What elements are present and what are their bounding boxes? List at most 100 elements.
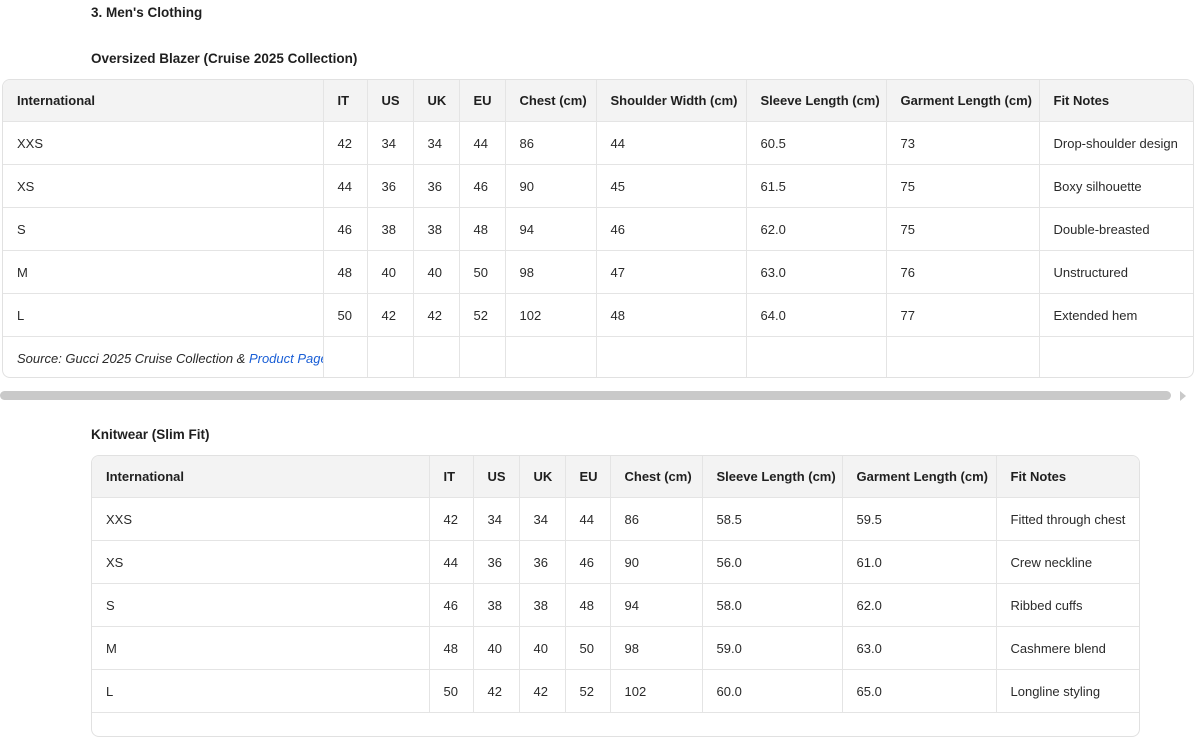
table-cell: 63.0 bbox=[746, 250, 887, 294]
table-cell: S bbox=[92, 583, 430, 627]
table-cell: 65.0 bbox=[842, 669, 997, 713]
table-cell: 46 bbox=[323, 207, 368, 251]
table-cell: 46 bbox=[459, 164, 506, 208]
table-cell: S bbox=[3, 207, 324, 251]
table-cell: 60.5 bbox=[746, 121, 887, 165]
table-cell: 58.0 bbox=[702, 583, 843, 627]
table-cell: 36 bbox=[367, 164, 414, 208]
table-cell: 98 bbox=[505, 250, 597, 294]
table-cell: XXS bbox=[92, 497, 430, 541]
table-cell: 47 bbox=[596, 250, 747, 294]
table-cell: 40 bbox=[367, 250, 414, 294]
table-cell: Fitted through chest bbox=[996, 497, 1139, 541]
table-cell: L bbox=[92, 669, 430, 713]
blazer-size-table: International IT US UK EU Chest (cm) Shoulder … bbox=[3, 80, 1193, 377]
empty-cell bbox=[505, 336, 597, 377]
table-cell: 62.0 bbox=[842, 583, 997, 627]
column-header: UK bbox=[413, 80, 460, 122]
table-cell: 40 bbox=[519, 626, 566, 670]
table-cell: 42 bbox=[519, 669, 566, 713]
table-cell: 34 bbox=[473, 497, 520, 541]
knitwear-size-table-container: International IT US UK EU Chest (cm) Sleeve Le… bbox=[91, 455, 1140, 737]
table-cell: 52 bbox=[565, 669, 611, 713]
blazer-size-table-container: International IT US UK EU Chest (cm) Shoulder … bbox=[2, 79, 1194, 378]
table-cell: 50 bbox=[429, 669, 474, 713]
empty-cell bbox=[323, 336, 368, 377]
scroll-right-arrow-icon[interactable] bbox=[1180, 391, 1186, 401]
table-row: M 48 40 40 50 98 59.0 63.0 Cashmere blend bbox=[92, 626, 1139, 670]
source-text: Source: Gucci 2025 Cruise Collection & bbox=[17, 350, 249, 366]
table-cell: 44 bbox=[565, 497, 611, 541]
table-row: XXS 42 34 34 44 86 44 60.5 73 Drop-shoulder desig… bbox=[3, 121, 1193, 165]
section-heading: 3. Men's Clothing bbox=[91, 5, 203, 20]
table-cell: XS bbox=[3, 164, 324, 208]
empty-cell bbox=[459, 336, 506, 377]
table-row: S 46 38 38 48 94 58.0 62.0 Ribbed cuffs bbox=[92, 583, 1139, 627]
table-cell: M bbox=[3, 250, 324, 294]
table-cell: 62.0 bbox=[746, 207, 887, 251]
table-cell: 48 bbox=[459, 207, 506, 251]
table-row: XS 44 36 36 46 90 45 61.5 75 Boxy silhouette bbox=[3, 164, 1193, 208]
column-header: International bbox=[92, 456, 430, 498]
table-cell: 50 bbox=[565, 626, 611, 670]
table-row: S 46 38 38 48 94 46 62.0 75 Double-breasted bbox=[3, 207, 1193, 251]
table-row: XXS 42 34 34 44 86 58.5 59.5 Fitted through ches… bbox=[92, 497, 1139, 541]
column-header: EU bbox=[459, 80, 506, 122]
table-cell: 48 bbox=[565, 583, 611, 627]
table-cell: 86 bbox=[610, 497, 703, 541]
table-cell: XXS bbox=[3, 121, 324, 165]
column-header: IT bbox=[323, 80, 368, 122]
table-cell: 98 bbox=[610, 626, 703, 670]
table-cell: 50 bbox=[323, 293, 368, 337]
table-cell: 45 bbox=[596, 164, 747, 208]
source-cell: Source: Gucci 2025 Cruise Collection & P… bbox=[3, 336, 324, 377]
table-cell: 38 bbox=[367, 207, 414, 251]
table-cell: 50 bbox=[459, 250, 506, 294]
table-cell: 46 bbox=[596, 207, 747, 251]
table-cell: 76 bbox=[886, 250, 1040, 294]
column-header: Chest (cm) bbox=[505, 80, 597, 122]
empty-cell bbox=[413, 336, 460, 377]
column-header: Sleeve Length (cm) bbox=[746, 80, 887, 122]
column-header: Garment Length (cm) bbox=[842, 456, 997, 498]
column-header: Fit Notes bbox=[1039, 80, 1193, 122]
table-cell: 61.0 bbox=[842, 540, 997, 584]
table-cell: Longline styling bbox=[996, 669, 1139, 713]
table-row: M 48 40 40 50 98 47 63.0 76 Unstructured bbox=[3, 250, 1193, 294]
table-cell: 102 bbox=[505, 293, 597, 337]
table-row: L 50 42 42 52 102 48 64.0 77 Extended hem bbox=[3, 293, 1193, 337]
table-row: L 50 42 42 52 102 60.0 65.0 Longline styling bbox=[92, 669, 1139, 713]
table-cell: L bbox=[3, 293, 324, 337]
empty-cell bbox=[596, 336, 747, 377]
column-header: IT bbox=[429, 456, 474, 498]
table-cell: 44 bbox=[459, 121, 506, 165]
empty-cell bbox=[886, 336, 1040, 377]
table-cell: 40 bbox=[413, 250, 460, 294]
blazer-table-heading: Oversized Blazer (Cruise 2025 Collection… bbox=[91, 51, 358, 66]
table-cell: Boxy silhouette bbox=[1039, 164, 1193, 208]
empty-cell bbox=[367, 336, 414, 377]
table-cell: 48 bbox=[429, 626, 474, 670]
scrollbar-thumb[interactable] bbox=[0, 391, 1171, 400]
table-cell: 63.0 bbox=[842, 626, 997, 670]
table-cell: Ribbed cuffs bbox=[996, 583, 1139, 627]
table-cell: 94 bbox=[610, 583, 703, 627]
table-cell: 40 bbox=[473, 626, 520, 670]
horizontal-scrollbar[interactable] bbox=[0, 391, 1196, 401]
table-cell: 42 bbox=[323, 121, 368, 165]
column-header: Sleeve Length (cm) bbox=[702, 456, 843, 498]
table-cell: Drop-shoulder design bbox=[1039, 121, 1193, 165]
product-page-link[interactable]: Product Page bbox=[249, 351, 322, 366]
column-header: Fit Notes bbox=[996, 456, 1139, 498]
column-header: Chest (cm) bbox=[610, 456, 703, 498]
table-cell: 48 bbox=[323, 250, 368, 294]
column-header: Garment Length (cm) bbox=[886, 80, 1040, 122]
column-header: EU bbox=[565, 456, 611, 498]
table-cell: 77 bbox=[886, 293, 1040, 337]
table-cell: 38 bbox=[519, 583, 566, 627]
column-header: UK bbox=[519, 456, 566, 498]
column-header: International bbox=[3, 80, 324, 122]
table-cell: 34 bbox=[519, 497, 566, 541]
table-cell: 90 bbox=[505, 164, 597, 208]
table-cell: 102 bbox=[610, 669, 703, 713]
